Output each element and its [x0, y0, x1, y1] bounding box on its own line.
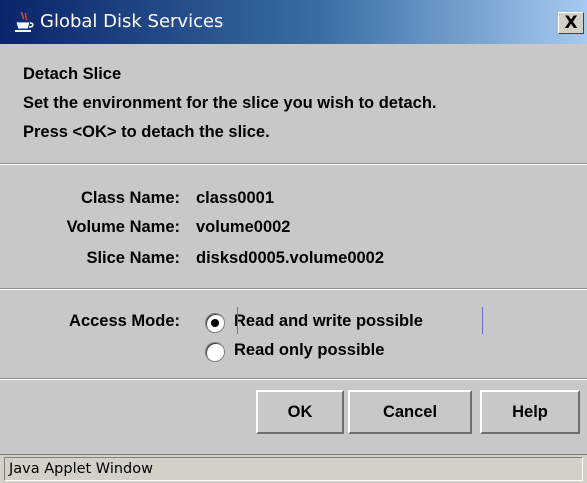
window-title: Global Disk Services [40, 11, 224, 32]
ok-button[interactable]: OK [256, 390, 344, 434]
status-bar: Java Applet Window [0, 454, 587, 483]
cancel-button[interactable]: Cancel [348, 390, 472, 434]
access-mode-label: Access Mode: [69, 312, 180, 330]
radio-read-write-label[interactable]: Read and write possible [234, 312, 423, 331]
status-text: Java Applet Window [9, 461, 153, 477]
dialog-instruction: Set the environment for the slice you wi… [23, 94, 437, 112]
title-bar[interactable]: Global Disk Services X [0, 0, 587, 44]
close-button[interactable]: X [558, 12, 584, 34]
help-button[interactable]: Help [480, 390, 580, 434]
class-name-label: Class Name: [80, 189, 180, 207]
focus-indicator [237, 307, 238, 334]
dialog-heading: Detach Slice [23, 65, 122, 83]
volume-name-value: volume0002 [196, 218, 291, 236]
focus-indicator [482, 307, 483, 334]
dialog-window: Global Disk Services X Detach Slice Set … [0, 0, 587, 483]
radio-read-write[interactable] [205, 313, 225, 333]
separator [0, 378, 587, 380]
dialog-hint: Press <OK> to detach the slice. [23, 123, 270, 141]
java-cup-icon [15, 11, 34, 32]
radio-read-only[interactable] [205, 342, 225, 362]
separator [0, 288, 587, 290]
radio-read-only-label[interactable]: Read only possible [234, 341, 384, 360]
separator [0, 163, 587, 165]
class-name-value: class0001 [196, 189, 274, 207]
slice-name-value: disksd0005.volume0002 [196, 249, 385, 267]
status-panel: Java Applet Window [4, 457, 583, 481]
close-icon: X [564, 13, 578, 33]
slice-name-label: Slice Name: [86, 249, 180, 267]
volume-name-label: Volume Name: [66, 218, 180, 236]
